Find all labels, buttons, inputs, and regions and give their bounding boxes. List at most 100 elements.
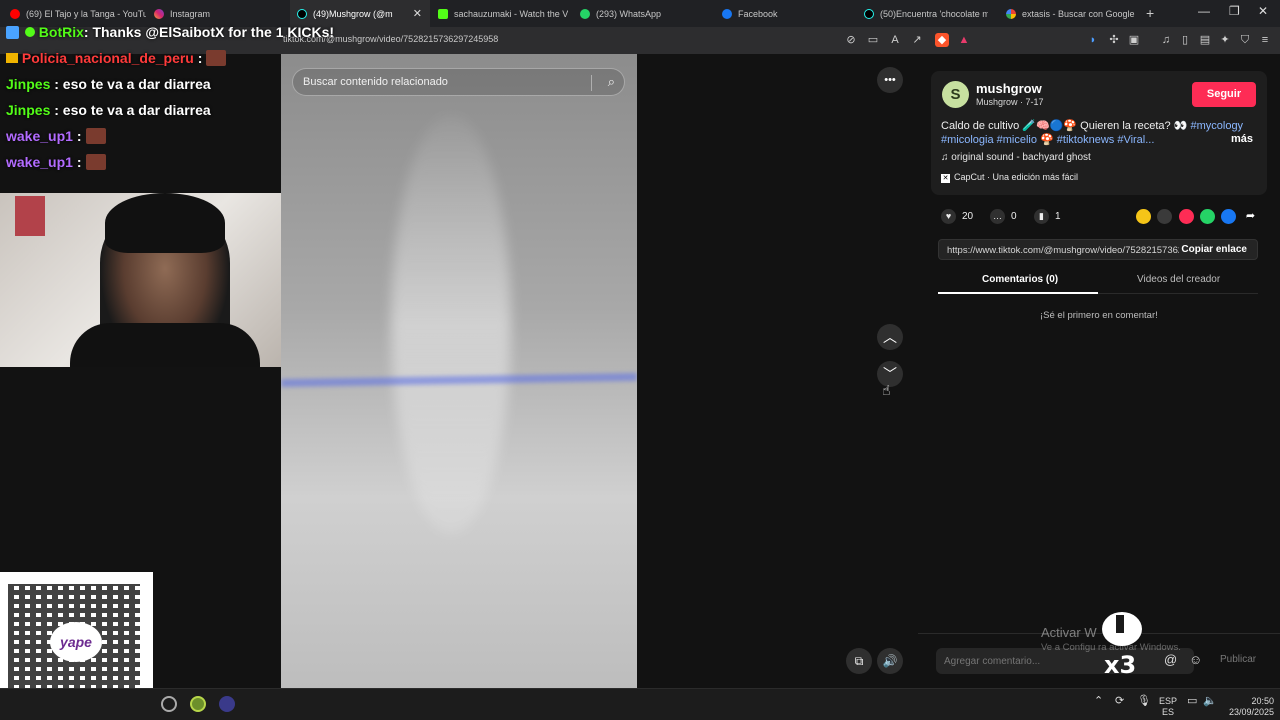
avatar[interactable]: S <box>942 81 969 108</box>
sync-icon[interactable]: ⟳ <box>1115 696 1124 707</box>
comment-count: 0 <box>1011 211 1017 222</box>
vpn-shield-icon[interactable]: ⛉ <box>1238 33 1252 47</box>
no-tracking-icon[interactable]: ⊘ <box>844 33 858 47</box>
hashtag-link[interactable]: #mycology <box>1190 120 1243 132</box>
tab-facebook[interactable]: Facebook <box>722 0 852 27</box>
previous-video-button[interactable]: ︿ <box>877 324 903 350</box>
more-options-button[interactable]: ••• <box>877 67 903 93</box>
screenshot-icon[interactable]: ▣ <box>1127 33 1141 47</box>
like-stat[interactable]: ♥ 20 <box>941 209 973 224</box>
tab-label: sachauzumaki - Watch the VOD <box>454 8 568 19</box>
emoji-icon[interactable]: ☺ <box>1189 652 1202 667</box>
speaker-icon[interactable]: 🔈 <box>1203 696 1217 707</box>
clock[interactable]: 20:50 23/09/2025 <box>1226 697 1274 717</box>
menu-icon[interactable]: ≡ <box>1258 33 1272 47</box>
media-icon[interactable]: ♫ <box>1159 33 1173 47</box>
chat-username: Policia_nacional_de_peru <box>21 50 194 66</box>
language-indicator[interactable]: ESP ES <box>1158 697 1178 717</box>
webcam-feed <box>0 193 293 367</box>
translate-icon[interactable]: A <box>888 33 902 47</box>
language-top: ESP <box>1158 696 1177 706</box>
share-arrow-icon[interactable]: ➦ <box>1243 209 1258 224</box>
obs-icon[interactable] <box>161 696 177 712</box>
search-placeholder: Buscar contenido relacionado <box>303 76 448 88</box>
clock-time: 20:50 <box>1251 696 1274 706</box>
mention-icon[interactable]: @ <box>1164 652 1177 667</box>
tab-label: extasis - Buscar con Google <box>1022 8 1135 19</box>
activate-windows-title: Activar W <box>1041 625 1097 640</box>
comment-stat[interactable]: … 0 <box>990 209 1017 224</box>
video-player[interactable] <box>281 54 637 688</box>
chat-username: BotRix <box>38 24 84 40</box>
embed-icon[interactable] <box>1157 209 1172 224</box>
search-divider <box>591 75 592 91</box>
tab-label: Facebook <box>738 8 778 19</box>
close-tab-icon[interactable]: ✕ <box>413 7 422 20</box>
related-search-box[interactable]: Buscar contenido relacionado ⌕ <box>292 68 625 96</box>
app-icon[interactable] <box>190 696 206 712</box>
chat-text: : eso te va a dar diarrea <box>50 76 211 92</box>
copy-link-button[interactable]: Copiar enlace <box>1181 244 1247 255</box>
tab-tiktok-search[interactable]: (50)Encuentra 'chocolate mag <box>864 0 994 27</box>
google-icon <box>1006 8 1016 19</box>
minimize-button[interactable]: — <box>1198 4 1210 18</box>
chat-text: : <box>193 50 203 66</box>
volume-icon[interactable]: 🔊 <box>877 648 903 674</box>
send-icon[interactable] <box>1179 209 1194 224</box>
language-bottom: ES <box>1161 707 1174 717</box>
description-hashtags[interactable]: #micologia #micelio 🍄 #tiktoknews #Viral… <box>941 133 1154 146</box>
like-count: 20 <box>962 211 974 222</box>
tab-tiktok-mushgrow[interactable]: (49)Mushgrow (@mushgrow) ✕ <box>290 0 430 27</box>
brave-shield-icon[interactable]: ◆ <box>935 33 949 47</box>
save-stat[interactable]: ▮ 1 <box>1034 209 1061 224</box>
new-tab-button[interactable]: + <box>1146 5 1154 21</box>
brave-rewards-icon[interactable]: ▲ <box>957 33 971 47</box>
more-description-link[interactable]: más <box>1231 133 1253 145</box>
tray-arrow-icon[interactable]: ⌃ <box>1094 696 1103 707</box>
sound-link[interactable]: ♫ original sound - bachyard ghost <box>941 152 1091 163</box>
chat-username: Jinpes <box>6 76 51 92</box>
search-icon[interactable]: ⌕ <box>608 74 615 90</box>
video-link[interactable]: https://www.tiktok.com/@mushgrow/video/7… <box>947 245 1179 256</box>
capcut-link[interactable]: ✕ CapCut · Una edición más fácil <box>941 172 1078 183</box>
tab-comments[interactable]: Comentarios (0) <box>982 274 1058 285</box>
video-link-box: https://www.tiktok.com/@mushgrow/video/7… <box>938 239 1258 260</box>
chat-username: wake_up1 <box>6 128 73 144</box>
comment-icon: … <box>990 209 1005 224</box>
close-window-button[interactable]: ✕ <box>1258 4 1268 18</box>
share-page-icon[interactable]: ↗ <box>910 33 924 47</box>
audio-app-icon[interactable] <box>219 696 235 712</box>
crown-badge-icon <box>6 53 18 63</box>
mini-player-icon[interactable]: ⧉ <box>846 648 872 674</box>
wallet-icon[interactable]: ▤ <box>1198 33 1212 47</box>
facebook-icon <box>722 8 732 19</box>
whatsapp-share-icon[interactable] <box>1200 209 1215 224</box>
screen-icon[interactable]: ▭ <box>866 33 880 47</box>
network-icon[interactable]: ▭ <box>1187 696 1197 707</box>
maximize-button[interactable]: ❐ <box>1229 4 1240 18</box>
wall-poster <box>15 196 45 236</box>
chat-message: Jinpes : eso te va a dar diarrea <box>6 76 211 92</box>
tab-kick[interactable]: sachauzumaki - Watch the VOD <box>438 0 568 27</box>
extensions-icon[interactable]: ✣ <box>1107 33 1121 47</box>
tab-creator-videos[interactable]: Videos del creador <box>1137 274 1220 285</box>
tab-label: (49)Mushgrow (@mushgrow) <box>313 8 393 19</box>
username[interactable]: mushgrow <box>976 81 1042 96</box>
leo-ai-icon[interactable]: ✦ <box>1218 33 1232 47</box>
whatsapp-icon <box>580 8 590 19</box>
chat-emote <box>85 154 106 170</box>
microphone-icon[interactable]: 🎙 <box>1137 696 1151 707</box>
publish-button[interactable]: Publicar <box>1220 654 1256 665</box>
yape-logo: yape <box>50 622 102 662</box>
tab-google[interactable]: extasis - Buscar con Google <box>1006 0 1136 27</box>
sidebar-icon[interactable]: ▯ <box>1178 33 1192 47</box>
audio-icon[interactable]: ◗ <box>1086 33 1100 47</box>
tab-whatsapp[interactable]: (293) WhatsApp <box>580 0 710 27</box>
clock-date: 23/09/2025 <box>1228 707 1274 717</box>
friends-share-icon[interactable] <box>1136 209 1151 224</box>
instagram-icon <box>154 8 164 19</box>
follow-button[interactable]: Seguir <box>1192 82 1256 107</box>
svg-text:x3: x3 <box>1104 651 1136 675</box>
active-tab-indicator <box>938 292 1098 294</box>
facebook-share-icon[interactable] <box>1221 209 1236 224</box>
